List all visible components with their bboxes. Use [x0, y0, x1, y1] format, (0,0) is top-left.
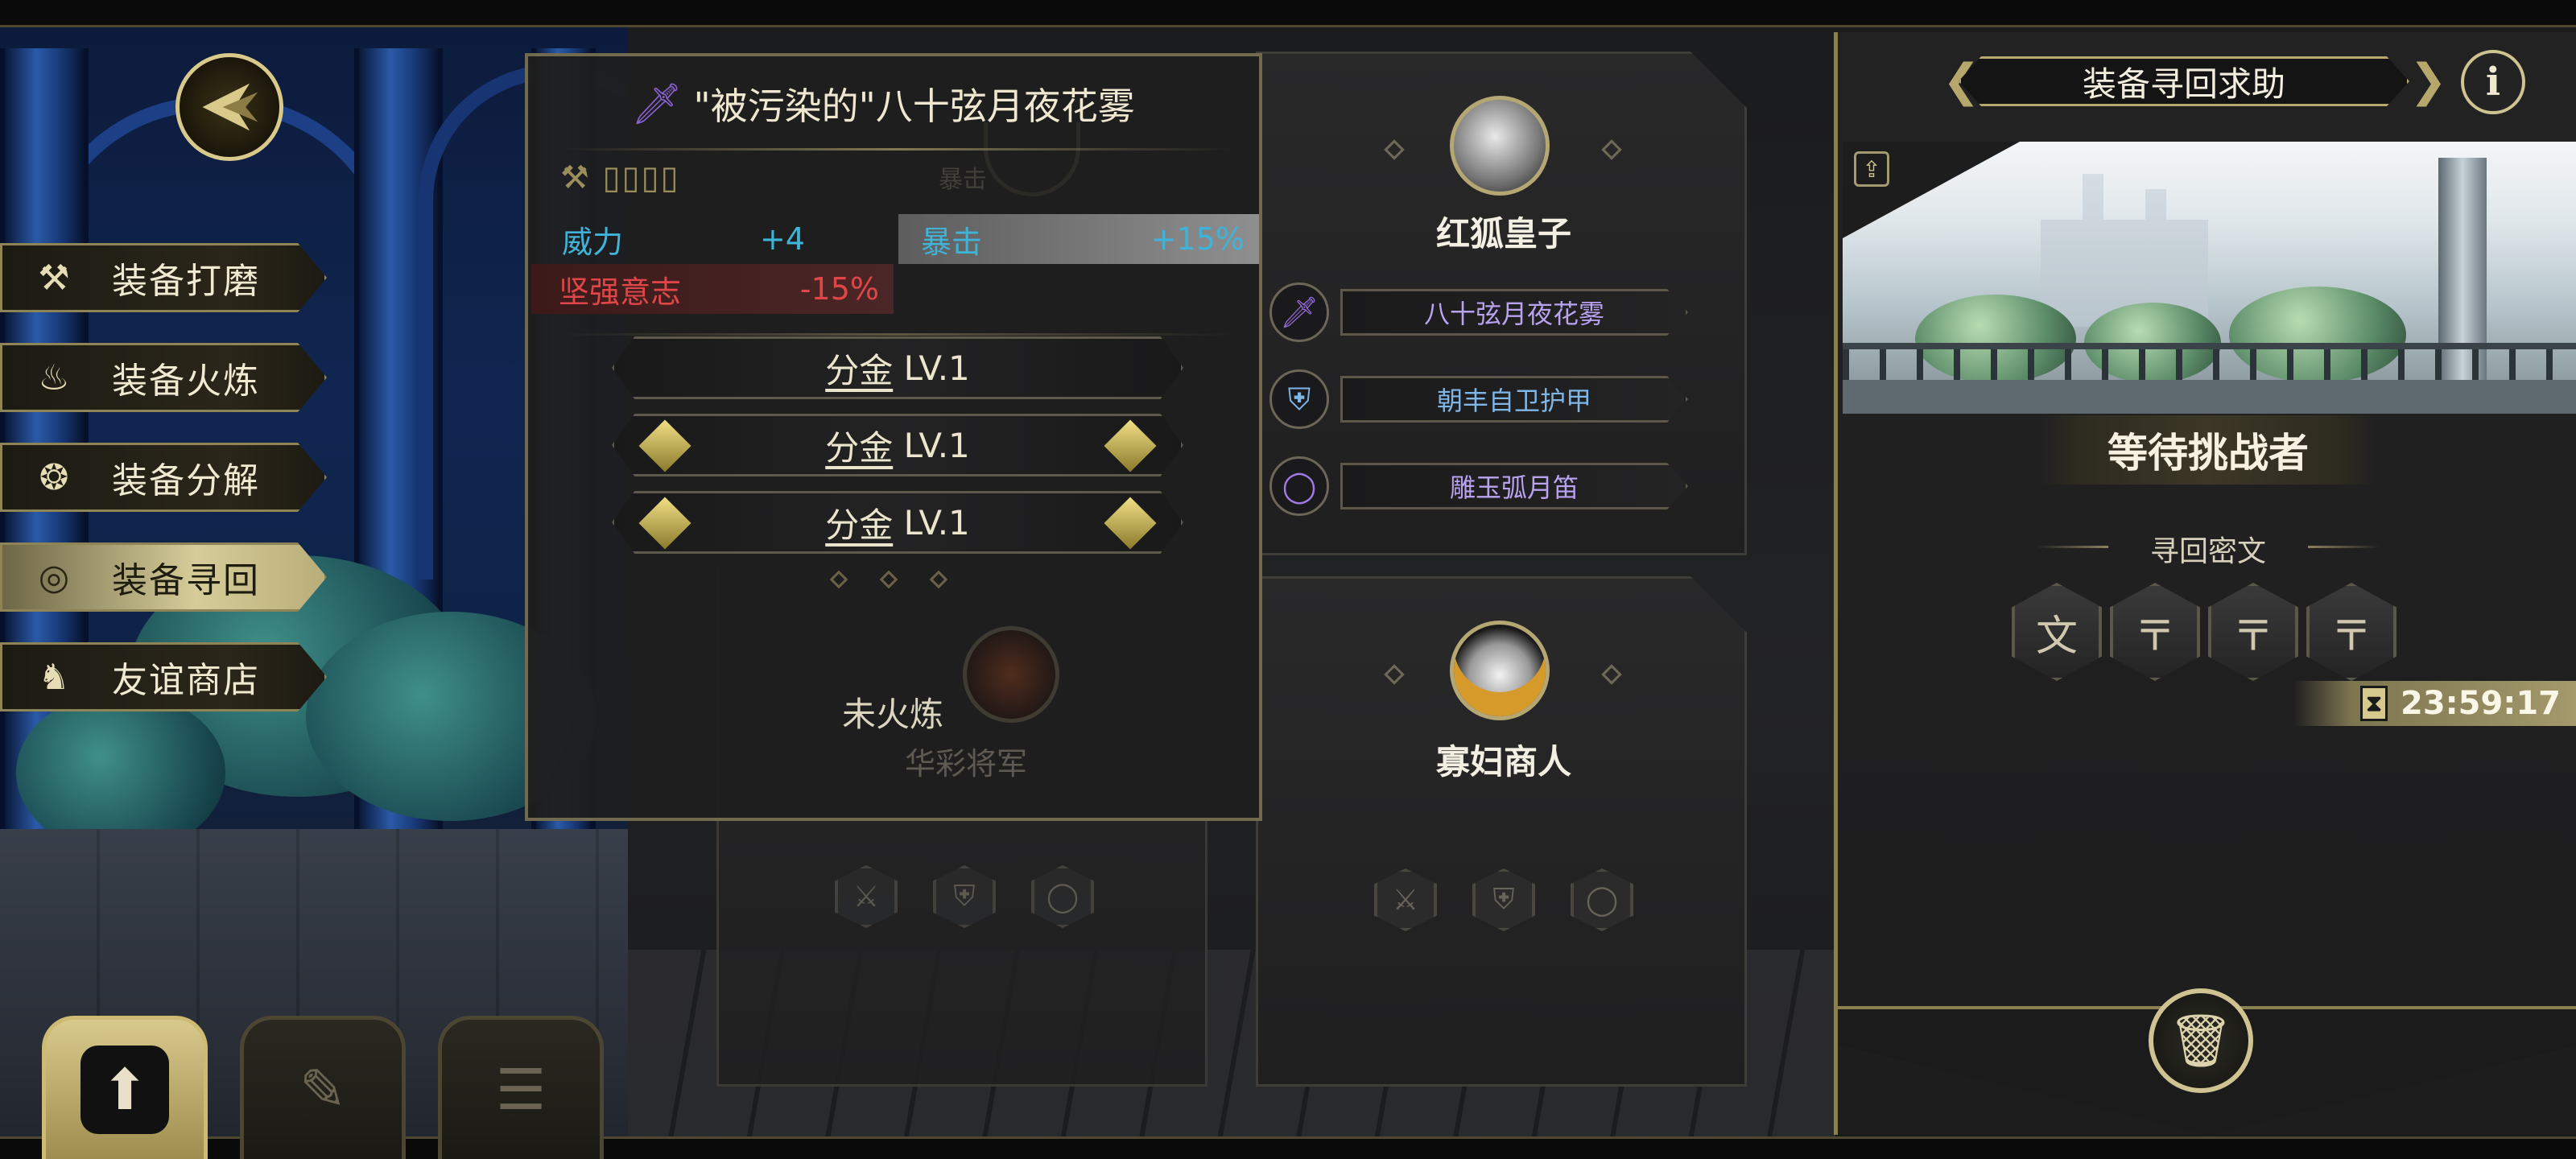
decompose-icon: ❂: [39, 456, 69, 498]
fox-icon: ♞: [38, 656, 70, 698]
enhancement-row[interactable]: 分金 LV.1: [612, 491, 1183, 554]
menu-item-retrieve[interactable]: ◎ 装备寻回: [0, 542, 327, 612]
equipment-row[interactable]: 🗡 八十弦月夜花雾: [1269, 283, 1688, 342]
widow-merchant-avatar: [1450, 621, 1550, 720]
equipment-name: 雕玉弧月笛: [1340, 463, 1688, 509]
ring-slot-icon[interactable]: ◯: [1031, 865, 1094, 928]
sword-icon: 🗡: [1269, 283, 1329, 342]
menu-item-label: 装备火炼: [112, 361, 260, 402]
panel-title: 装备寻回求助: [1959, 56, 2409, 106]
countdown-timer: ⧗ 23:59:17: [2293, 681, 2576, 726]
stat-crit: 暴击 +15%: [898, 214, 1259, 264]
hammer-icon: ⚒: [38, 257, 70, 299]
cipher-slot[interactable]: 〒: [2306, 583, 2396, 681]
stat-willpower: 坚强意志 -15%: [531, 264, 894, 314]
status-label: 等待挑战者: [2039, 415, 2377, 485]
feather-icon: ✎: [299, 1056, 347, 1123]
menu-item-friendship-shop[interactable]: ♞ 友谊商店: [0, 642, 327, 711]
info-button[interactable]: i: [2461, 50, 2525, 114]
menu-item-label: 装备打磨: [112, 261, 260, 302]
menu-item-label: 装备寻回: [112, 560, 260, 601]
back-arrow-icon: [202, 83, 258, 131]
upload-icon: ⬆: [80, 1045, 169, 1134]
item-tooltip: 🗡 "被污染的"八十弦月夜花雾 ⚒ ▯▯▯▯ 暴击 威力 +4 暴击 +15% …: [525, 53, 1262, 821]
ghost-avatar: [963, 626, 1059, 723]
ghost-character-name: 华彩将军: [905, 746, 1028, 782]
item-tags: ⚒ ▯▯▯▯: [560, 159, 680, 196]
armor-slot-icon[interactable]: ⛨: [933, 865, 996, 928]
character-card-widow-merchant[interactable]: 寡妇商人 ⚔ ⛨ ◯: [1256, 576, 1747, 1087]
stat-power: 威力 +4: [562, 221, 805, 260]
ring-icon: ◯: [1269, 456, 1329, 516]
share-icon[interactable]: ⇪: [1854, 151, 1889, 187]
character-card-fox-prince[interactable]: 红狐皇子 🗡 八十弦月夜花雾 ⛨ 朝丰自卫护甲 ◯ 雕玉弧月笛: [1256, 52, 1747, 555]
equipment-slots: ⚔ ⛨ ◯: [1258, 868, 1747, 931]
menu-item-label: 友谊商店: [112, 660, 260, 701]
gem-icon: [1104, 419, 1157, 472]
character-name: 寡妇商人: [1435, 742, 1571, 782]
character-name: 红狐皇子: [1435, 214, 1571, 254]
sword-slot-icon[interactable]: ⚔: [1374, 868, 1437, 931]
gem-icon: [638, 497, 691, 550]
tab-feather[interactable]: ✎: [240, 1016, 406, 1159]
cipher-title: 寻回密文: [2036, 528, 2369, 570]
fox-prince-avatar: [1450, 96, 1550, 196]
ghost-text: 暴击: [939, 166, 987, 194]
ring-slot-icon[interactable]: ◯: [1571, 868, 1633, 931]
enhancement-row[interactable]: 分金 LV.1: [612, 414, 1183, 476]
back-button[interactable]: [175, 53, 283, 161]
equipment-slots: ⚔ ⛨ ◯: [719, 865, 1208, 928]
hourglass-icon: ⧗: [2360, 686, 2388, 721]
trash-icon: 🗑: [2168, 1011, 2234, 1071]
chevron-right-icon: ❯: [2409, 55, 2447, 107]
list-icon: ☰: [495, 1056, 547, 1123]
equipment-name: 朝丰自卫护甲: [1340, 376, 1688, 423]
bottom-tabs: ⬆ ✎ ☰: [42, 1016, 604, 1159]
cipher-slot[interactable]: 文: [2012, 583, 2102, 681]
flame-icon: ♨: [38, 357, 70, 398]
enhancement-row[interactable]: 分金 LV.1: [612, 336, 1183, 399]
menu-item-label: 装备分解: [112, 460, 260, 501]
left-menu: ⚒ 装备打磨 ♨ 装备火炼 ❂ 装备分解 ◎ 装备寻回 ♞ 友谊商店: [0, 243, 327, 742]
page-dots: [829, 570, 948, 589]
gem-icon: [638, 419, 691, 472]
equipment-row[interactable]: ◯ 雕玉弧月笛: [1269, 456, 1688, 516]
gem-icon: [1104, 497, 1157, 550]
menu-item-decompose[interactable]: ❂ 装备分解: [0, 443, 327, 512]
stage-banner: ⇪: [1843, 142, 2576, 414]
sword-slot-icon[interactable]: ⚔: [835, 865, 898, 928]
equipment-name: 八十弦月夜花雾: [1340, 289, 1688, 336]
armor-slot-icon[interactable]: ⛨: [1472, 868, 1535, 931]
target-icon: ◎: [38, 556, 70, 598]
menu-item-forge[interactable]: ♨ 装备火炼: [0, 343, 327, 412]
sword-icon: 🗡: [631, 80, 683, 127]
unforged-label: 未火炼: [842, 695, 944, 734]
cipher-row: 文 〒 〒 〒: [2012, 583, 2396, 681]
armor-icon: ⛨: [1269, 369, 1329, 429]
tab-upload[interactable]: ⬆: [42, 1016, 208, 1159]
cipher-slot[interactable]: 〒: [2110, 583, 2200, 681]
top-frame: [0, 0, 2576, 27]
tab-list[interactable]: ☰: [438, 1016, 604, 1159]
item-title: 🗡 "被污染的"八十弦月夜花雾: [631, 80, 1135, 129]
retrieve-help-panel: ❮ 装备寻回求助 ❯ i ⇪ 等待挑战者 寻回密文 文 〒 〒 〒 ⧗ 23:5…: [1834, 32, 2576, 1135]
menu-item-polish[interactable]: ⚒ 装备打磨: [0, 243, 327, 312]
equipment-row[interactable]: ⛨ 朝丰自卫护甲: [1269, 369, 1688, 429]
trash-button[interactable]: 🗑: [2149, 988, 2253, 1093]
cipher-slot[interactable]: 〒: [2208, 583, 2298, 681]
